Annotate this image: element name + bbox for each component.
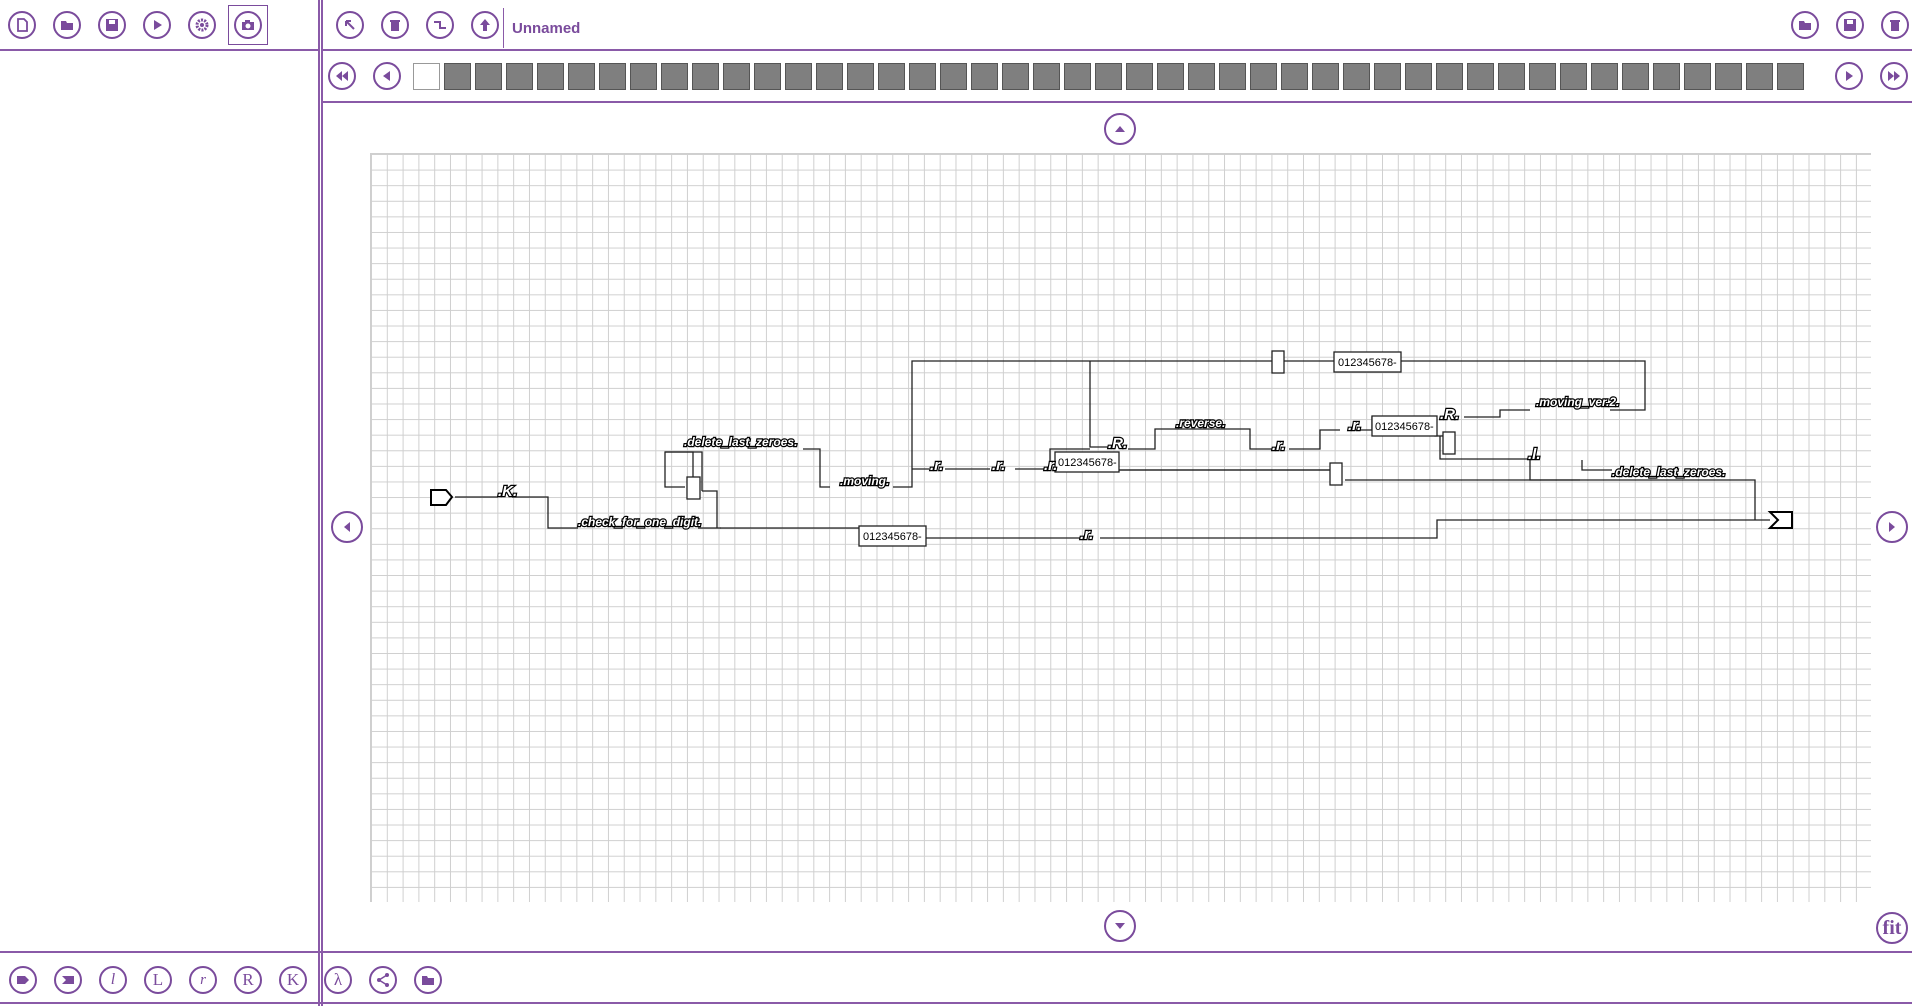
label-r: .r. bbox=[1272, 437, 1285, 454]
value-box: 012345678- bbox=[858, 525, 927, 547]
scroll-down-icon[interactable] bbox=[1104, 910, 1136, 942]
label-r: .r. bbox=[1044, 457, 1057, 474]
label-l: .l. bbox=[1528, 446, 1541, 463]
scroll-left-icon[interactable] bbox=[331, 511, 363, 543]
label-moving: .moving. bbox=[840, 474, 889, 488]
scroll-up-icon[interactable] bbox=[1104, 113, 1136, 145]
lambda-icon[interactable]: λ bbox=[324, 966, 352, 994]
K-icon[interactable]: K bbox=[279, 966, 307, 994]
label-K: .K. bbox=[498, 483, 517, 500]
rewind-r-icon[interactable]: r bbox=[189, 966, 217, 994]
value-box: 012345678- bbox=[1333, 351, 1402, 373]
end-node-icon[interactable] bbox=[54, 966, 82, 994]
label-delete-last-zeroes: .delete_last_zeroes. bbox=[684, 435, 797, 449]
value-box-text: 012345678- bbox=[1058, 457, 1117, 469]
label-r: .r. bbox=[930, 457, 943, 474]
bottom-rule-bottom bbox=[0, 1002, 1912, 1004]
label-R: .R. bbox=[1440, 406, 1459, 423]
label-delete-last-zeroes-2: .delete_last_zeroes. bbox=[1612, 465, 1725, 479]
value-box-text: 012345678- bbox=[1338, 357, 1397, 369]
value-box-text: 012345678- bbox=[1375, 421, 1434, 433]
branch-node bbox=[1271, 350, 1285, 374]
script-l-icon[interactable]: l bbox=[99, 966, 127, 994]
label-moving-ver-2: .moving_ver.2. bbox=[1536, 395, 1619, 409]
value-box: 012345678- bbox=[1371, 415, 1438, 437]
scroll-right-icon[interactable] bbox=[1876, 511, 1908, 543]
move-left-L-icon[interactable]: L bbox=[144, 966, 172, 994]
value-box-text: 012345678- bbox=[863, 531, 922, 543]
turing-diagram: 012345678- 012345678- 012345678- 0123456… bbox=[430, 350, 1793, 547]
fit-button[interactable]: fit bbox=[1876, 912, 1908, 944]
start-node bbox=[430, 489, 454, 506]
branch-node bbox=[1442, 431, 1456, 455]
label-R: .R. bbox=[1108, 435, 1127, 452]
label-r: .r. bbox=[1348, 417, 1361, 434]
branch-node bbox=[1329, 462, 1343, 486]
label-check-for-one-digit: .check_for_one_digit. bbox=[578, 515, 701, 529]
label-r: .r. bbox=[992, 457, 1005, 474]
folder-icon[interactable] bbox=[414, 966, 442, 994]
branch-node bbox=[686, 476, 701, 500]
label-reverse: .reverse. bbox=[1176, 416, 1225, 430]
move-right-R-icon[interactable]: R bbox=[234, 966, 262, 994]
bottom-rule-top bbox=[0, 951, 1912, 953]
start-node-icon[interactable] bbox=[9, 966, 37, 994]
end-node bbox=[1767, 511, 1793, 529]
label-r: .r. bbox=[1080, 526, 1093, 543]
share-icon[interactable] bbox=[369, 966, 397, 994]
value-box: 012345678- bbox=[1054, 451, 1120, 473]
node-palette: l L r R K λ bbox=[0, 958, 1912, 1002]
